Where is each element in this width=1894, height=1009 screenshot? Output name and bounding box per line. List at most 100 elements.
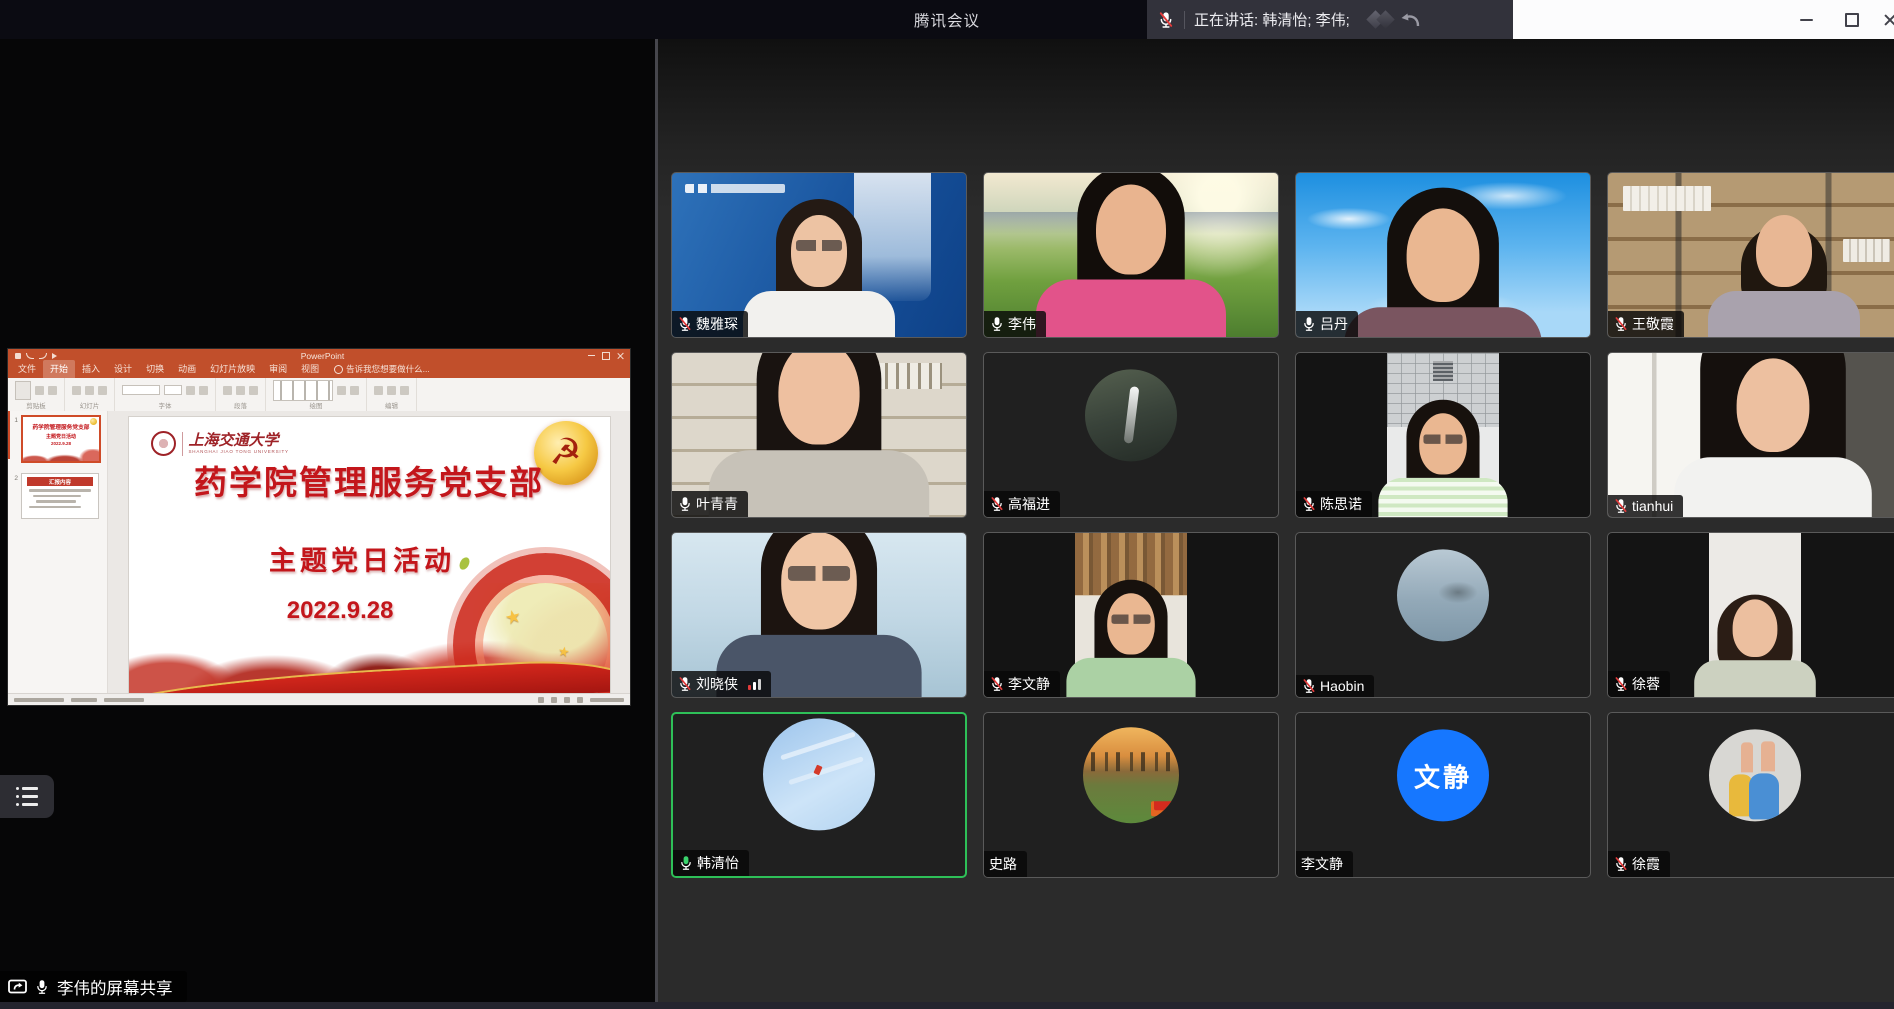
participant-person — [734, 173, 904, 337]
participant-tile[interactable]: tianhui — [1607, 352, 1894, 518]
participant-label: 刘晓侠 — [672, 671, 771, 697]
ppt-tab: 视图 — [294, 360, 326, 378]
ppt-statusbar — [8, 693, 630, 705]
participant-person — [1699, 173, 1869, 337]
slide-number: 2 — [10, 473, 18, 519]
participant-person — [1059, 558, 1204, 697]
participant-tile[interactable]: 刘晓侠 — [671, 532, 967, 698]
participant-name: 高福进 — [1008, 494, 1050, 514]
statusbar-right — [538, 697, 624, 703]
participant-tile[interactable]: 叶青青 — [671, 352, 967, 518]
minimize-button[interactable] — [1794, 8, 1818, 32]
ppt-ribbon-tabs: 文件开始插入设计切换动画幻灯片放映审阅视图 告诉我您想要做什么... — [8, 362, 630, 378]
participant-avatar — [1709, 730, 1801, 822]
speaking-label: 正在讲话: 韩清怡; 李伟; — [1194, 9, 1350, 30]
signal-strength-icon — [748, 679, 761, 690]
selected-slide-bar — [8, 411, 10, 459]
participant-label: 徐蓉 — [1608, 671, 1670, 697]
ppt-slide: 上海交通大学 SHANGHAI JIAO TONG UNIVERSITY ☭ 药… — [129, 417, 610, 694]
participant-label: 魏雅琛 — [672, 311, 748, 337]
participant-tile[interactable]: 李文静 — [983, 532, 1279, 698]
screen-share-icon — [8, 979, 27, 995]
screen-share-banner: 李伟的屏幕共享 — [0, 971, 187, 1002]
ppt-close-icon — [617, 352, 624, 359]
participant-name: Haobin — [1320, 678, 1364, 694]
ppt-tab: 文件 — [11, 360, 43, 378]
participant-name: 徐蓉 — [1632, 674, 1660, 694]
participant-label: tianhui — [1608, 495, 1683, 517]
meeting-notes-button[interactable] — [0, 775, 54, 818]
participants-region: 魏雅琛 李伟 — [658, 39, 1894, 1009]
mic-icon — [1613, 316, 1629, 332]
participant-name: 史路 — [989, 854, 1017, 874]
participant-tile[interactable]: 史路 — [983, 712, 1279, 878]
participant-person — [1025, 172, 1238, 337]
slide-number: 1 — [10, 415, 18, 463]
participant-tile[interactable]: 韩清怡 — [671, 712, 967, 878]
participant-label: 史路 — [984, 851, 1027, 877]
participant-tile[interactable]: 魏雅琛 — [671, 172, 967, 338]
glasses-icon — [796, 240, 842, 251]
participant-label: 叶青青 — [672, 491, 748, 517]
participant-label: 王敬霞 — [1608, 311, 1684, 337]
text-line — [36, 500, 76, 503]
mic-icon — [1301, 496, 1317, 512]
participant-person — [1662, 352, 1883, 517]
participant-name: 李伟 — [1008, 314, 1036, 334]
star-icon: ★ — [557, 643, 571, 661]
glasses-icon — [788, 566, 850, 581]
maximize-button[interactable] — [1840, 8, 1864, 32]
text-line — [33, 495, 81, 498]
share-banner-label: 李伟的屏幕共享 — [57, 975, 173, 999]
undo-icon — [26, 353, 34, 359]
mic-icon — [678, 855, 694, 871]
participant-label: 吕丹 — [1296, 311, 1358, 337]
participant-tile[interactable]: Haobin — [1295, 532, 1591, 698]
participant-avatar — [1397, 550, 1489, 642]
ppt-tellme: 告诉我您想要做什么... — [334, 363, 430, 378]
participant-label: 韩清怡 — [673, 850, 749, 876]
screen-share-region: PowerPoint 文件开始插入设计切换动画幻灯片放映审阅视图 告诉我您想要做… — [0, 39, 658, 1009]
participant-person — [1687, 566, 1823, 697]
participant-label: 李文静 — [1296, 851, 1353, 877]
meeting-window: 腾讯会议 正在讲话: 韩清怡; 李伟; — [0, 0, 1894, 1009]
participant-label: 高福进 — [984, 491, 1060, 517]
participant-tile[interactable]: 高福进 — [983, 352, 1279, 518]
ppt-ribbon-group: 剪贴板 — [8, 378, 65, 411]
shared-powerpoint-window: PowerPoint 文件开始插入设计切换动画幻灯片放映审阅视图 告诉我您想要做… — [8, 349, 630, 705]
video-grid: 魏雅琛 李伟 — [658, 39, 1894, 1009]
participant-tile[interactable]: 王敬霞 — [1607, 172, 1894, 338]
ppt-quick-access-icons — [15, 353, 57, 359]
participant-tile[interactable]: 陈思诺 — [1295, 352, 1591, 518]
participant-person — [1333, 172, 1554, 338]
glasses-icon — [1423, 435, 1462, 444]
ppt-ribbon-group: 字体 — [115, 378, 216, 411]
ppt-tab: 开始 — [43, 360, 75, 378]
titlebar: 腾讯会议 正在讲话: 韩清怡; 李伟; — [0, 0, 1894, 39]
mic-muted-icon — [1157, 11, 1175, 29]
participant-tile[interactable]: 徐蓉 — [1607, 532, 1894, 698]
participant-tile[interactable]: 徐霞 — [1607, 712, 1894, 878]
ppt-ribbon-group: 绘图 — [266, 378, 367, 411]
ppt-thumbnail-panel: 1 药学院管理服务党支部 主题党日活动 2022.9.28 2 — [8, 411, 108, 694]
close-button[interactable] — [1878, 8, 1894, 32]
ppt-tab: 审阅 — [262, 360, 294, 378]
app-title: 腾讯会议 — [914, 9, 980, 31]
mic-icon — [989, 496, 1005, 512]
participant-label: Haobin — [1296, 675, 1374, 697]
participant-tile[interactable]: 吕丹 — [1295, 172, 1591, 338]
slide-thumbnail-2: 汇报内容 — [21, 473, 99, 519]
ppt-maximize-icon — [602, 352, 610, 360]
statusbar-left — [14, 698, 144, 702]
participant-name: 韩清怡 — [697, 853, 739, 873]
participant-name: 魏雅琛 — [696, 314, 738, 334]
participant-label: 陈思诺 — [1296, 491, 1372, 517]
ppt-tab: 切换 — [139, 360, 171, 378]
ppt-body: 1 药学院管理服务党支部 主题党日活动 2022.9.28 2 — [8, 411, 630, 694]
participant-tile[interactable]: 李伟 — [983, 172, 1279, 338]
ppt-ribbon: 剪贴板幻灯片字体段落绘图编辑 — [8, 378, 630, 412]
lightbulb-icon — [334, 365, 343, 374]
participant-tile[interactable]: 文静 李文静 — [1295, 712, 1591, 878]
speaking-indicator: 正在讲话: 韩清怡; 李伟; — [1147, 0, 1513, 39]
mic-icon — [1301, 678, 1317, 694]
